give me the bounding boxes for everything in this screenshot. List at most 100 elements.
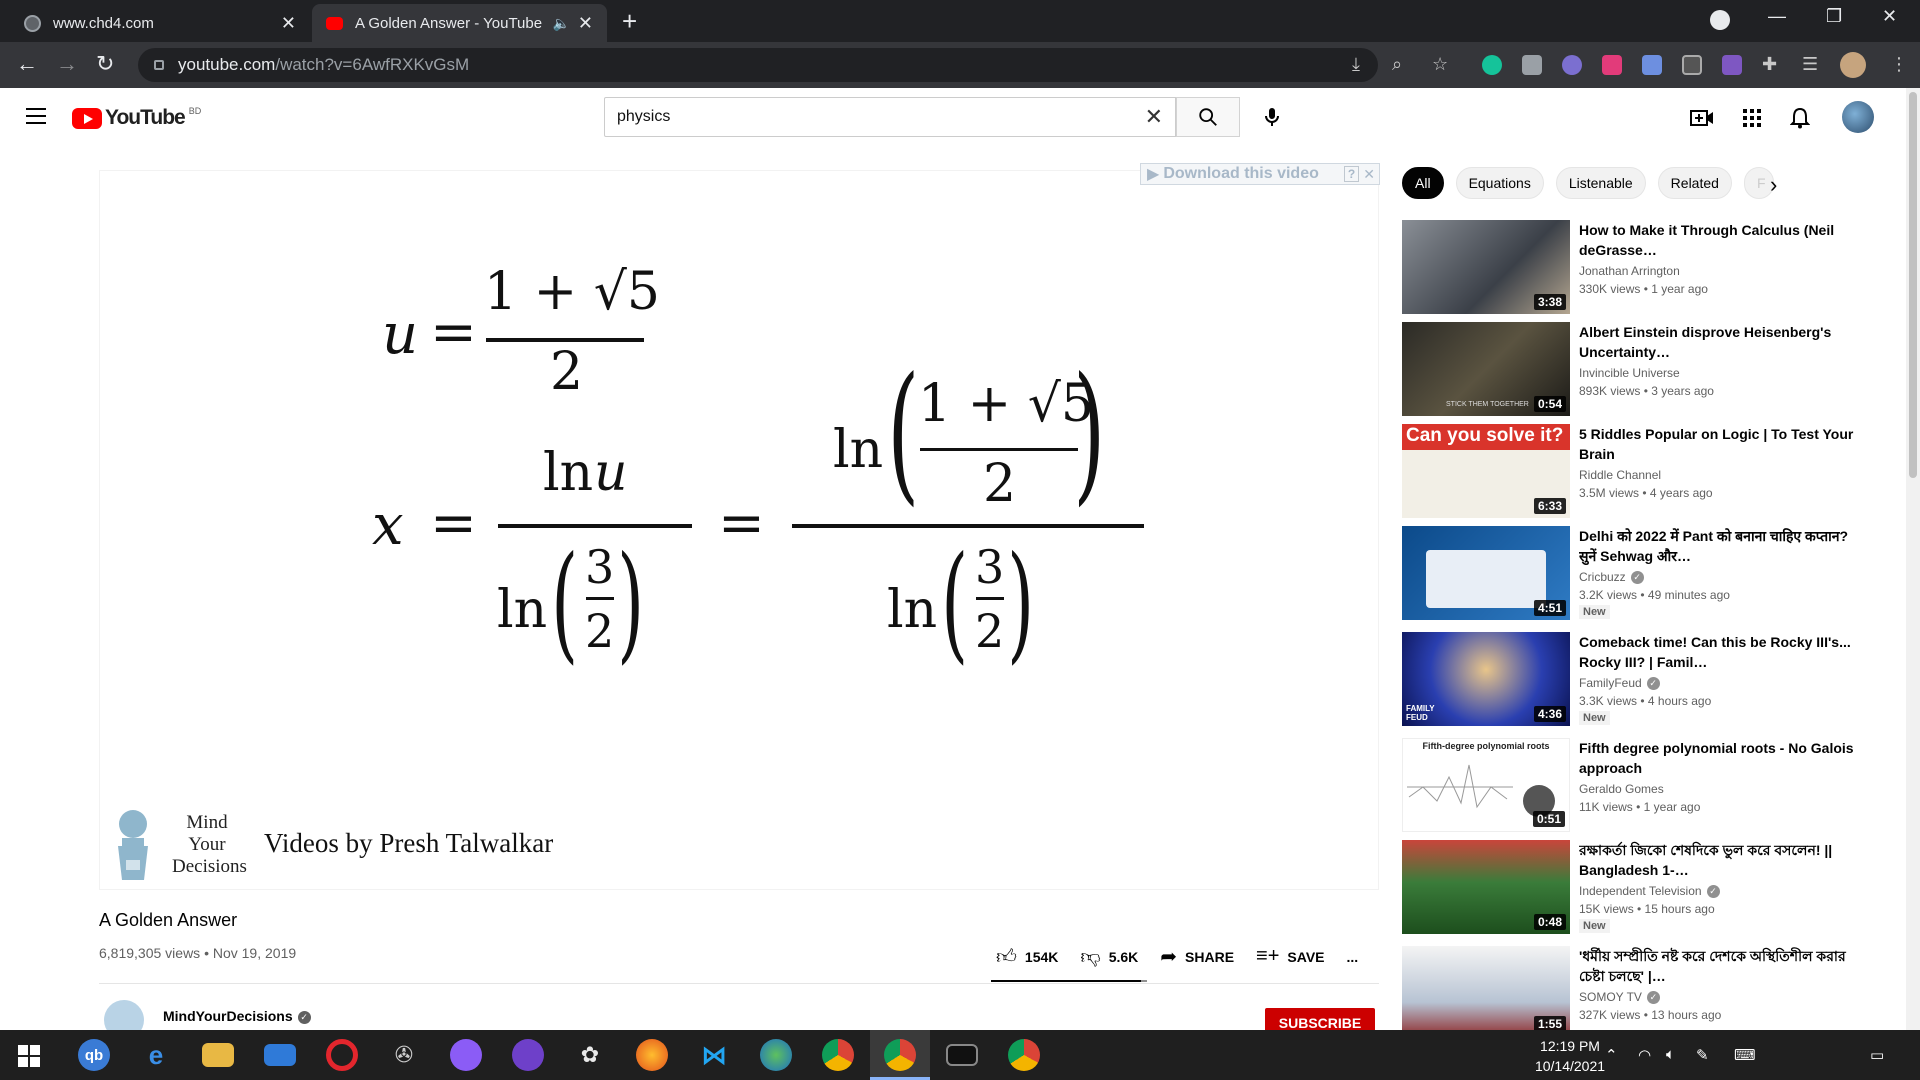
minimize-icon[interactable]: — [1768, 6, 1786, 27]
recommendation-item[interactable]: Fifth-degree polynomial roots 0:51 Fifth… [1402, 738, 1872, 834]
hamburger-menu-icon[interactable] [26, 108, 46, 124]
address-bar[interactable]: youtube.com/watch?v=6AwfRXKvGsM [138, 48, 1378, 82]
help-icon[interactable]: ? [1343, 166, 1360, 182]
create-video-icon[interactable] [1690, 106, 1714, 130]
recommendation-item[interactable]: STICK THEM TOGETHER 0:54 Albert Einstein… [1402, 322, 1872, 418]
messenger-icon[interactable] [450, 1039, 482, 1071]
grammarly-extension-icon[interactable] [1482, 55, 1502, 75]
satellite-app-icon[interactable]: ✇ [388, 1039, 420, 1071]
pen-icon[interactable]: ✎ [1696, 1046, 1709, 1064]
share-button[interactable]: ➦ SHARE [1160, 944, 1234, 969]
recommendation-item[interactable]: 4:51 Delhi को 2022 में Pant को बनाना चाह… [1402, 526, 1872, 622]
network-icon[interactable]: ◠ [1638, 1046, 1651, 1064]
camera-extension-icon[interactable] [1522, 55, 1542, 75]
like-button[interactable]: 👍︎ 154K [996, 945, 1058, 969]
recommendation-item[interactable]: 0:48 রক্ষাকর্তা জিকো শেষদিকে ভুল করে বসল… [1402, 840, 1872, 936]
chip-equations[interactable]: Equations [1455, 167, 1544, 199]
firefox-icon[interactable] [636, 1039, 668, 1071]
speaker-icon[interactable]: 🔈 [552, 15, 569, 32]
recommendation-item[interactable]: Can you solve it? 6:33 5 Riddles Popular… [1402, 424, 1872, 520]
video-thumbnail[interactable]: Fifth-degree polynomial roots 0:51 [1402, 738, 1570, 832]
profile-avatar[interactable] [1840, 52, 1866, 78]
close-tab-icon[interactable]: ✕ [281, 13, 296, 34]
notifications-bell-icon[interactable] [1788, 106, 1812, 130]
more-actions-button[interactable]: ... [1347, 949, 1359, 965]
save-button[interactable]: ≡+ SAVE [1256, 945, 1324, 968]
new-tab-button[interactable]: + [622, 8, 637, 34]
pen-extension-icon[interactable] [1722, 55, 1742, 75]
mail-icon[interactable] [264, 1044, 296, 1066]
pinwheel-app-icon[interactable]: ✿ [574, 1039, 606, 1071]
scrollbar-thumb[interactable] [1909, 92, 1917, 478]
back-icon[interactable]: ← [16, 52, 38, 76]
chrome-profile-icon[interactable] [1008, 1039, 1040, 1071]
search-button[interactable] [1176, 97, 1240, 137]
chip-listenable[interactable]: Listenable [1555, 167, 1646, 199]
terminal-icon[interactable] [946, 1044, 978, 1066]
duration-badge: 3:38 [1533, 294, 1566, 310]
video-thumbnail[interactable]: FAMILY FEUD 4:36 [1402, 632, 1570, 726]
tab-search-icon[interactable] [1710, 10, 1730, 30]
zoom-icon[interactable]: ⌕ [1392, 54, 1402, 75]
browser-tab-chd4[interactable]: www.chd4.com ✕ [10, 4, 310, 42]
bookmark-star-icon[interactable]: ☆ [1432, 54, 1448, 75]
search-input[interactable]: physics ✕ [604, 97, 1176, 137]
apps-grid-icon[interactable] [1740, 106, 1764, 130]
video-thumbnail[interactable]: STICK THEM TOGETHER 0:54 [1402, 322, 1570, 416]
chip-all[interactable]: All [1402, 167, 1444, 199]
close-tab-icon[interactable]: ✕ [578, 13, 593, 34]
left-paren: ( [551, 529, 579, 676]
eq1-equals: = [430, 300, 477, 365]
vscode-icon[interactable]: ⋈ [698, 1039, 730, 1071]
chevron-right-icon[interactable]: › [1770, 172, 1777, 198]
earth-app-icon[interactable] [760, 1039, 792, 1071]
recommendation-item[interactable]: FAMILY FEUD 4:36 Comeback time! Can this… [1402, 632, 1872, 728]
close-download-bar-icon[interactable]: ✕ [1363, 166, 1375, 183]
clear-search-icon[interactable]: ✕ [1145, 104, 1163, 130]
edge-icon[interactable]: e [140, 1039, 172, 1071]
eq2-den-ln: ln [497, 580, 548, 640]
video-thumbnail[interactable]: 1:55 [1402, 946, 1570, 1030]
screen-extension-icon[interactable] [1682, 55, 1702, 75]
download-extension-icon[interactable] [1642, 55, 1662, 75]
rec-title: How to Make it Through Calculus (Neil de… [1579, 222, 1835, 258]
tab-title: www.chd4.com [53, 14, 154, 32]
windows-start-icon[interactable] [18, 1045, 40, 1067]
download-video-bar[interactable]: ▶ Download this video ? ✕ [1140, 163, 1380, 185]
taskbar-clock[interactable]: 12:19 PM 10/14/2021 [1520, 1036, 1620, 1076]
user-avatar[interactable] [1842, 101, 1874, 133]
dislike-button[interactable]: 👎︎ 5.6K [1080, 945, 1138, 969]
video-thumbnail[interactable]: 3:38 [1402, 220, 1570, 314]
volume-icon[interactable]: 🔈︎ [1666, 1046, 1675, 1063]
puzzle-icon[interactable]: ✚ [1762, 54, 1777, 75]
recommendation-item[interactable]: 3:38 How to Make it Through Calculus (Ne… [1402, 220, 1872, 316]
play-extension-icon[interactable] [1602, 55, 1622, 75]
browser-tab-youtube[interactable]: A Golden Answer - YouTube 🔈 ✕ [312, 4, 607, 42]
notification-center-icon[interactable]: ▭ [1870, 1046, 1884, 1064]
forward-icon[interactable]: → [56, 52, 78, 76]
video-thumbnail[interactable]: 4:51 [1402, 526, 1570, 620]
voice-search-button[interactable] [1257, 102, 1287, 132]
menu-dots-icon[interactable]: ⋮ [1890, 54, 1908, 75]
file-explorer-icon[interactable] [202, 1043, 234, 1067]
install-icon[interactable]: ⤓ [1352, 54, 1360, 75]
recommendation-item[interactable]: 1:55 'ধর্মীয় সম্প্রীতি নষ্ট করে দেশকে অ… [1402, 946, 1872, 1030]
youtube-logo[interactable]: YouTube BD [72, 106, 201, 130]
chrome-icon[interactable] [822, 1039, 854, 1071]
extension-icon[interactable] [1562, 55, 1582, 75]
chip-related[interactable]: Related [1657, 167, 1732, 199]
keyboard-icon[interactable]: ⌨ [1734, 1046, 1756, 1064]
opera-icon[interactable] [326, 1039, 358, 1071]
video-thumbnail[interactable]: 0:48 [1402, 840, 1570, 934]
channel-name[interactable]: MindYourDecisions ✓ [163, 1008, 311, 1024]
qbittorrent-icon[interactable]: qb [78, 1039, 110, 1071]
new-badge: New [1579, 711, 1610, 725]
chrome-active-icon[interactable] [884, 1039, 916, 1071]
video-thumbnail[interactable]: Can you solve it? 6:33 [1402, 424, 1570, 518]
reload-icon[interactable]: ↻ [96, 52, 114, 76]
page-scrollbar[interactable] [1906, 88, 1920, 1030]
close-window-icon[interactable]: ✕ [1882, 6, 1897, 27]
reading-list-icon[interactable]: ☰ [1802, 54, 1818, 75]
restore-icon[interactable]: ❐ [1826, 6, 1842, 27]
github-icon[interactable] [512, 1039, 544, 1071]
